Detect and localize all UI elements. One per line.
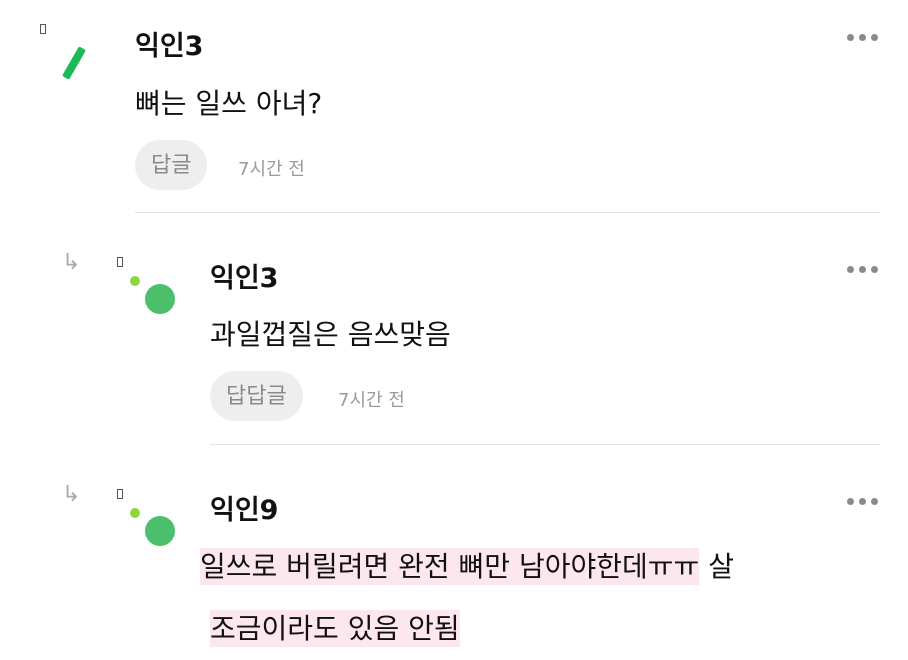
avatar-icon: [145, 516, 175, 546]
comment-text-rest: 살: [699, 550, 734, 583]
comment-text-line-1: 일쓰로 버릴려면 완전 뼈만 남아야한데ㅠㅠ 살: [200, 545, 734, 585]
avatar-dot-icon: [130, 508, 140, 518]
highlighted-text: 조금이라도 있음 안됨: [210, 610, 460, 647]
marker-icon: [117, 489, 123, 499]
comment-text-line-2: 조금이라도 있음 안됨: [210, 607, 460, 647]
highlighted-text: 일쓰로 버릴려면 완전 뼈만 남아야한데ㅠㅠ: [200, 548, 700, 585]
reply-arrow-icon: ↳: [62, 482, 81, 507]
more-icon[interactable]: [847, 498, 878, 505]
comment-3: ↳ 익인9 일쓰로 버릴려면 완전 뼈만 남아야한데ㅠㅠ 살 조금이라도 있음 …: [0, 0, 908, 660]
nickname: 익인9: [210, 495, 279, 526]
